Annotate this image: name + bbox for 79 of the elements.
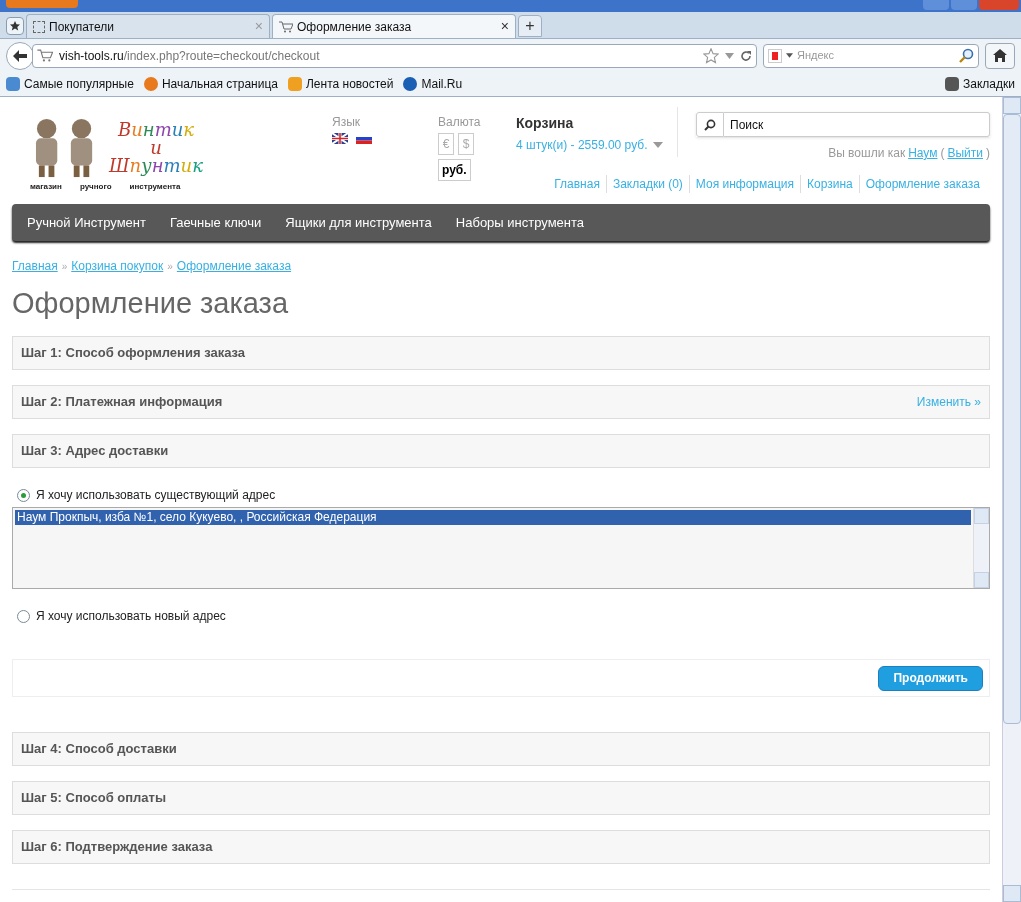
tab-label: Покупатели	[49, 18, 115, 36]
cart-icon	[37, 49, 53, 62]
step-header[interactable]: Шаг 5: Способ оплаты	[12, 781, 990, 815]
search-field[interactable]: Поиск	[724, 112, 990, 137]
step-title: Шаг 2: Платежная информация	[21, 393, 223, 412]
language-label: Язык	[332, 114, 362, 131]
scrollbar[interactable]	[973, 508, 989, 588]
breadcrumb-separator: »	[167, 259, 173, 274]
back-button[interactable]	[6, 41, 34, 70]
currency-label: Валюта	[438, 114, 482, 131]
logo[interactable]: Винтик и Шпунтик магазин ручного инструмента	[12, 107, 212, 199]
logo-tagline: магазин	[30, 181, 62, 193]
bookmark-link[interactable]: Самые популярные	[6, 75, 134, 93]
star-icon	[945, 77, 960, 91]
search-button[interactable]	[696, 112, 724, 137]
bookmark-icon	[403, 77, 418, 91]
step-title: Шаг 5: Способ оплаты	[21, 789, 167, 808]
logo-tagline: инструмента	[129, 181, 181, 193]
browser-tab[interactable]: Оформление заказа ×	[272, 14, 516, 38]
menu-item[interactable]: Гаечные ключи	[169, 212, 262, 233]
home-button[interactable]	[985, 42, 1015, 69]
login-text: Вы вошли как	[828, 145, 906, 162]
step-title: Шаг 3: Адрес доставки	[21, 442, 169, 461]
address-bar[interactable]: vish-tools.ru/index.php?route=checkout/checkout	[32, 43, 757, 68]
dropdown-icon[interactable]	[786, 53, 793, 58]
step-title: Шаг 1: Способ оформления заказа	[21, 344, 246, 363]
step-header[interactable]: Шаг 2: Платежная информация Изменить »	[12, 385, 990, 419]
tab-label: Оформление заказа	[297, 18, 413, 36]
logo-title: Шпунтик	[109, 157, 203, 175]
english-flag-icon[interactable]	[332, 133, 348, 144]
radio-label: Я хочу использовать новый адрес	[36, 608, 226, 625]
bracket-text: (	[940, 145, 945, 162]
logo-title: и	[150, 139, 162, 157]
browser-tab[interactable]: Покупатели ×	[26, 14, 270, 38]
search-icon[interactable]	[958, 47, 974, 64]
close-tab-button[interactable]: ×	[500, 16, 509, 37]
address-list[interactable]: Наум Прокпыч, изба №1, село Кукуево, , Российская Федерация	[12, 507, 990, 589]
logo-tagline: ручного	[79, 181, 112, 193]
yandex-icon	[768, 48, 782, 63]
bookmark-link[interactable]: Mail.Ru	[403, 75, 463, 93]
new-tab-button[interactable]: +	[518, 15, 542, 37]
radio-button[interactable]	[17, 488, 30, 502]
cart-icon	[279, 20, 293, 33]
step-header[interactable]: Шаг 4: Способ доставки	[12, 732, 990, 766]
bracket-text: )	[986, 145, 990, 162]
breadcrumb-separator: »	[61, 259, 68, 274]
step-header[interactable]: Шаг 6: Подтверждение заказа	[12, 830, 990, 864]
step-title: Шаг 4: Способ доставки	[21, 740, 177, 759]
scroll-down-button[interactable]	[1003, 885, 1021, 902]
address-option[interactable]: Наум Прокпыч, изба №1, село Кукуево, , Российская Федерация	[15, 510, 971, 525]
bookmark-icon	[143, 77, 158, 91]
step-header[interactable]: Шаг 1: Способ оформления заказа	[12, 336, 990, 370]
tab-groups-icon[interactable]	[6, 17, 24, 35]
step-title: Шаг 6: Подтверждение заказа	[21, 838, 213, 857]
bookmark-icon	[288, 77, 302, 91]
logo-title: Винтик	[117, 121, 195, 139]
caret-icon	[653, 142, 664, 148]
search-placeholder: Яндекс	[797, 48, 835, 64]
star-icon[interactable]	[703, 47, 719, 64]
cart-title: Корзина	[516, 114, 575, 133]
url-text: vish-tools.ru/index.php?route=checkout/checkout	[59, 47, 321, 65]
step-header[interactable]: Шаг 3: Адрес доставки	[12, 434, 990, 468]
reload-icon[interactable]	[740, 49, 752, 62]
back-arrow-icon	[13, 49, 27, 62]
bookmarks-menu-button[interactable]: Закладки	[945, 75, 1015, 93]
search-icon	[704, 118, 716, 131]
bookmark-link[interactable]: Лента новостей	[288, 75, 394, 93]
scroll-up-button[interactable]	[1003, 97, 1021, 114]
menu-item[interactable]: Ящики для инструмента	[285, 212, 432, 233]
blank-page-icon	[33, 20, 45, 33]
bookmark-icon	[6, 77, 20, 91]
page-heading: Оформление заказа	[12, 286, 290, 321]
currency-option[interactable]: руб.	[438, 159, 471, 181]
menu-item[interactable]: Ручной Инструмент	[27, 212, 146, 233]
home-icon	[993, 49, 1007, 62]
radio-button[interactable]	[17, 609, 30, 623]
bookmark-link[interactable]: Начальная страница	[143, 75, 278, 93]
menu-item[interactable]: Наборы инструмента	[455, 212, 584, 233]
radio-label: Я хочу использовать существующий адрес	[36, 487, 276, 504]
